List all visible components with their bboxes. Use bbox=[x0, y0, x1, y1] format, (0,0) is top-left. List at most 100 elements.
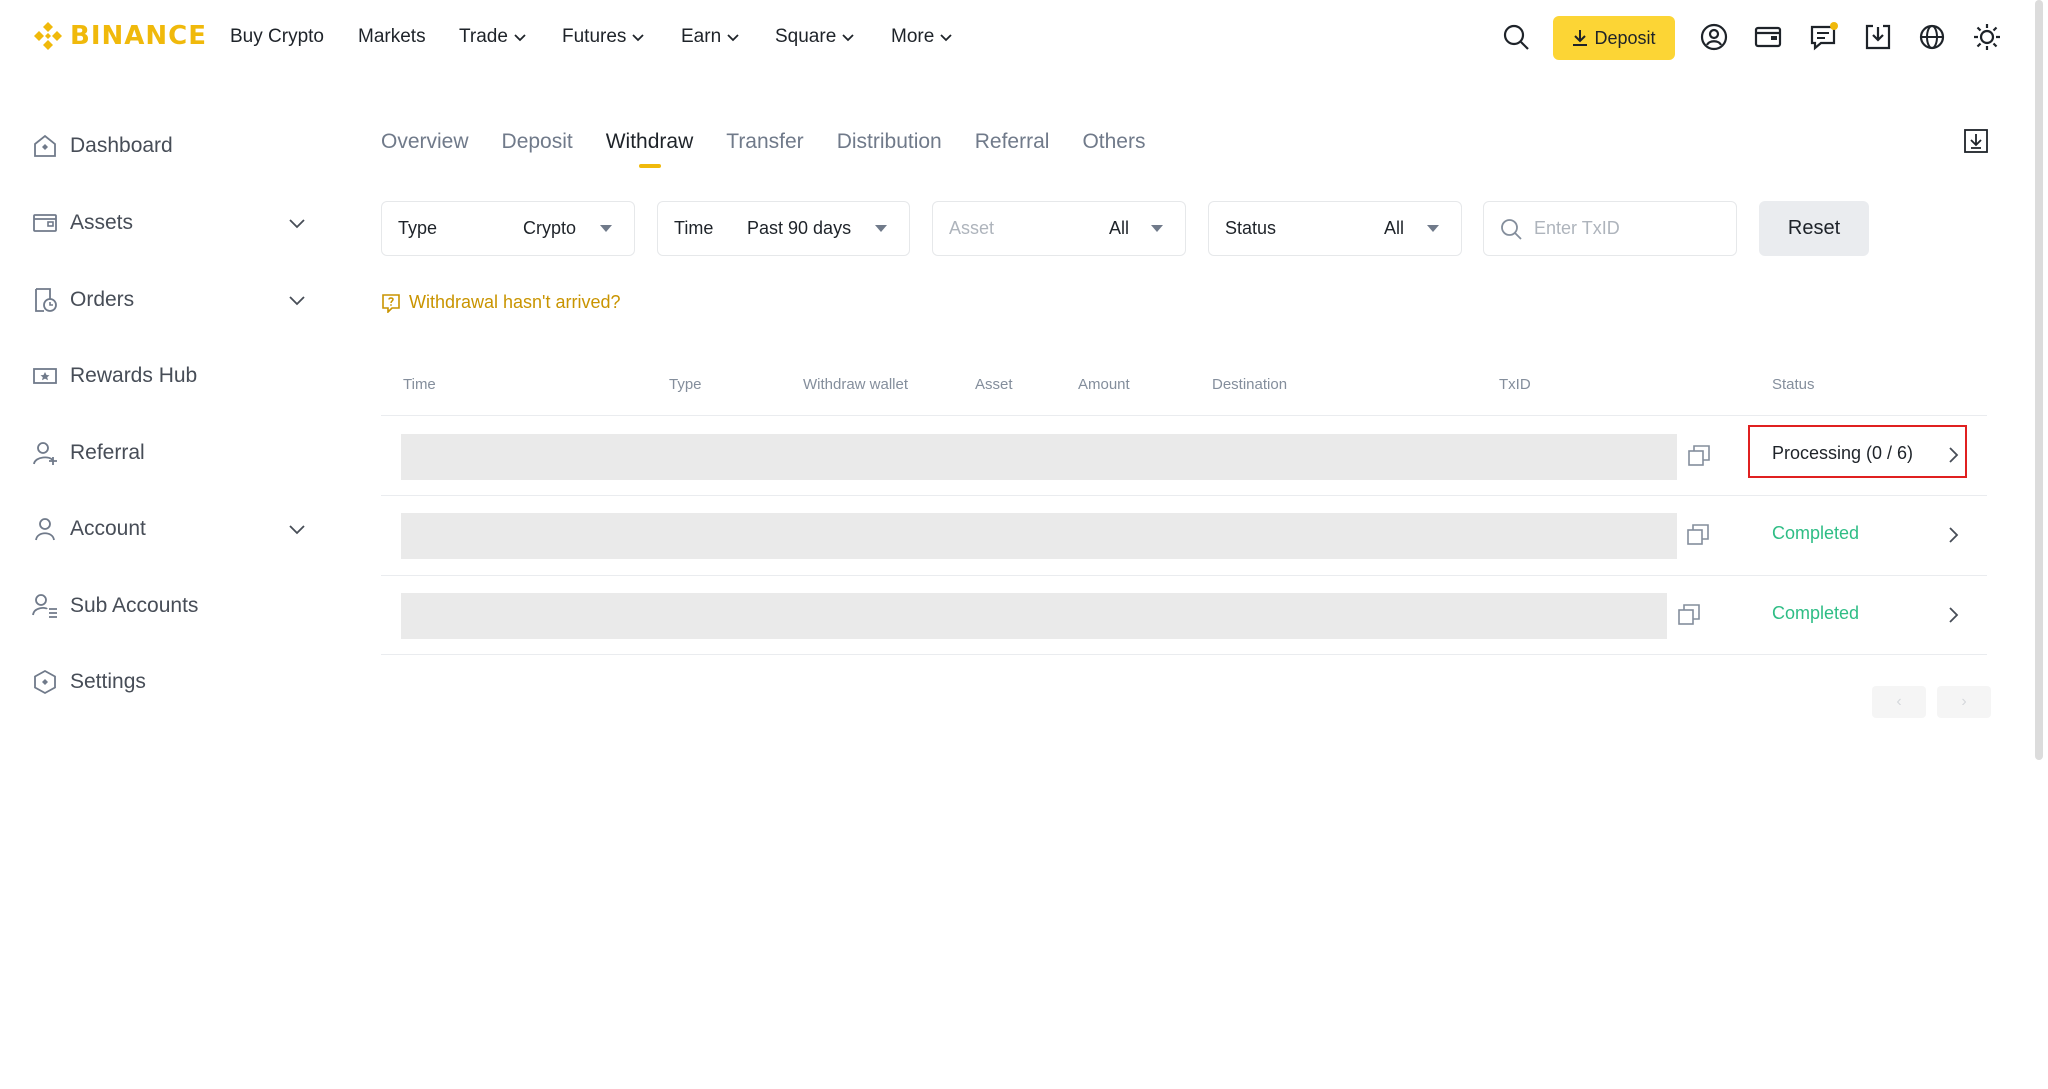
type-filter[interactable]: Type Crypto bbox=[381, 201, 635, 256]
chevron-down-icon bbox=[940, 34, 952, 42]
help-link-label: Withdrawal hasn't arrived? bbox=[409, 292, 621, 312]
tab-withdraw[interactable]: Withdraw bbox=[606, 130, 694, 154]
filter-label: Type bbox=[398, 218, 438, 238]
filter-label: Time bbox=[674, 218, 714, 238]
chevron-right-icon[interactable] bbox=[1943, 605, 1963, 625]
nav-trade[interactable]: Trade bbox=[459, 26, 527, 48]
column-header: Amount bbox=[1078, 376, 1130, 393]
copy-icon[interactable] bbox=[1686, 523, 1710, 547]
chevron-down-icon bbox=[727, 34, 739, 42]
caret-down-icon bbox=[875, 225, 887, 232]
theme-icon[interactable] bbox=[1972, 22, 2002, 52]
chevron-down-icon bbox=[514, 34, 526, 42]
deposit-button[interactable]: Deposit bbox=[1553, 16, 1675, 60]
column-header: Withdraw wallet bbox=[803, 376, 909, 393]
next-page-button[interactable]: › bbox=[1937, 686, 1991, 718]
binance-logo[interactable]: BINANCE bbox=[32, 20, 207, 52]
sidebar-item-referral[interactable]: Referral bbox=[32, 440, 307, 466]
chevron-down-icon bbox=[842, 34, 854, 42]
status-filter[interactable]: Status All bbox=[1208, 201, 1462, 256]
add-user-icon bbox=[33, 442, 57, 465]
txid-input[interactable] bbox=[1534, 218, 1714, 239]
prev-page-button[interactable]: ‹ bbox=[1872, 686, 1926, 718]
page-scrollbar[interactable] bbox=[2035, 0, 2043, 760]
tab-overview[interactable]: Overview bbox=[381, 130, 469, 154]
home-icon bbox=[34, 134, 56, 157]
download-icon bbox=[1573, 30, 1588, 46]
search-icon bbox=[1501, 218, 1522, 240]
sidebar-item-label: Rewards Hub bbox=[70, 364, 198, 387]
sidebar-item-assets[interactable]: Assets bbox=[32, 210, 307, 236]
table-row[interactable]: Completed bbox=[381, 495, 1987, 575]
reset-button[interactable]: Reset bbox=[1759, 201, 1869, 256]
user-icon[interactable] bbox=[1699, 22, 1729, 52]
copy-icon[interactable] bbox=[1687, 444, 1711, 468]
nav-futures[interactable]: Futures bbox=[562, 26, 645, 48]
sidebar-item-account[interactable]: Account bbox=[32, 516, 307, 542]
export-icon[interactable] bbox=[1963, 128, 1989, 154]
nav-buy-crypto[interactable]: Buy Crypto bbox=[230, 26, 324, 48]
nav-earn[interactable]: Earn bbox=[681, 26, 740, 48]
nav-label: Markets bbox=[358, 26, 426, 47]
history-tabs: Overview Deposit Withdraw Transfer Distr… bbox=[381, 130, 1178, 154]
chevron-left-icon: ‹ bbox=[1896, 693, 1902, 710]
tab-transfer[interactable]: Transfer bbox=[726, 130, 803, 154]
nav-label: More bbox=[891, 26, 935, 47]
top-navigation: BINANCE Buy Crypto Markets Trade Futures… bbox=[0, 0, 2048, 76]
nav-label: Square bbox=[775, 26, 837, 47]
table-row[interactable]: Processing (0 / 6) bbox=[381, 415, 1987, 495]
language-icon[interactable] bbox=[1917, 22, 1947, 52]
caret-down-icon bbox=[600, 225, 612, 232]
time-filter[interactable]: Time Past 90 days bbox=[657, 201, 910, 256]
tab-others[interactable]: Others bbox=[1082, 130, 1145, 154]
asset-filter[interactable]: Asset All bbox=[932, 201, 1186, 256]
copy-icon[interactable] bbox=[1677, 603, 1701, 627]
tab-deposit[interactable]: Deposit bbox=[502, 130, 573, 154]
status-text: Completed bbox=[1772, 523, 1860, 543]
sidebar-item-label: Dashboard bbox=[70, 134, 173, 157]
sidebar-item-dashboard[interactable]: Dashboard bbox=[32, 133, 307, 159]
table-header: Time Type Withdraw wallet Asset Amount D… bbox=[381, 372, 1987, 412]
filter-value: All bbox=[1384, 218, 1405, 238]
download-app-icon[interactable] bbox=[1863, 22, 1893, 52]
settings-icon bbox=[34, 669, 56, 695]
chevron-right-icon: › bbox=[1961, 693, 1967, 710]
chevron-right-icon[interactable] bbox=[1943, 525, 1963, 545]
chevron-down-icon bbox=[289, 525, 305, 535]
sidebar-item-settings[interactable]: Settings bbox=[32, 669, 307, 695]
filter-label: Asset bbox=[949, 218, 995, 238]
column-header: Status bbox=[1772, 376, 1815, 393]
status-text: Completed bbox=[1772, 603, 1860, 623]
wallet-icon[interactable] bbox=[1753, 22, 1783, 52]
tab-distribution[interactable]: Distribution bbox=[837, 130, 942, 154]
withdrawal-help-link[interactable]: Withdrawal hasn't arrived? bbox=[381, 292, 621, 313]
column-header: Asset bbox=[975, 376, 1013, 393]
column-header: Destination bbox=[1212, 376, 1288, 393]
nav-more[interactable]: More bbox=[891, 26, 953, 48]
brand-name: BINANCE bbox=[70, 21, 207, 51]
tab-referral[interactable]: Referral bbox=[975, 130, 1050, 154]
binance-logo-icon bbox=[34, 22, 62, 50]
nav-square[interactable]: Square bbox=[775, 26, 855, 48]
sidebar-item-sub-accounts[interactable]: Sub Accounts bbox=[32, 593, 307, 619]
search-icon[interactable] bbox=[1501, 22, 1531, 52]
caret-down-icon bbox=[1151, 225, 1163, 232]
sidebar-item-label: Sub Accounts bbox=[70, 594, 199, 617]
messages-icon[interactable] bbox=[1808, 22, 1838, 52]
notification-dot bbox=[1830, 22, 1838, 30]
nav-markets[interactable]: Markets bbox=[358, 26, 426, 48]
sidebar-item-orders[interactable]: Orders bbox=[32, 287, 307, 313]
chevron-down-icon bbox=[289, 296, 305, 306]
nav-label: Trade bbox=[459, 26, 508, 47]
question-bubble-icon bbox=[382, 293, 400, 313]
sidebar-item-rewards-hub[interactable]: Rewards Hub bbox=[32, 363, 307, 389]
nav-label: Futures bbox=[562, 26, 627, 47]
orders-icon bbox=[35, 288, 57, 312]
table-row[interactable]: Completed bbox=[381, 575, 1987, 655]
sidebar-item-label: Orders bbox=[70, 288, 135, 311]
chevron-down-icon bbox=[289, 219, 305, 229]
nav-label: Earn bbox=[681, 26, 722, 47]
txid-search[interactable] bbox=[1483, 201, 1737, 256]
redacted-content bbox=[401, 513, 1677, 559]
filter-label: Status bbox=[1225, 218, 1277, 238]
